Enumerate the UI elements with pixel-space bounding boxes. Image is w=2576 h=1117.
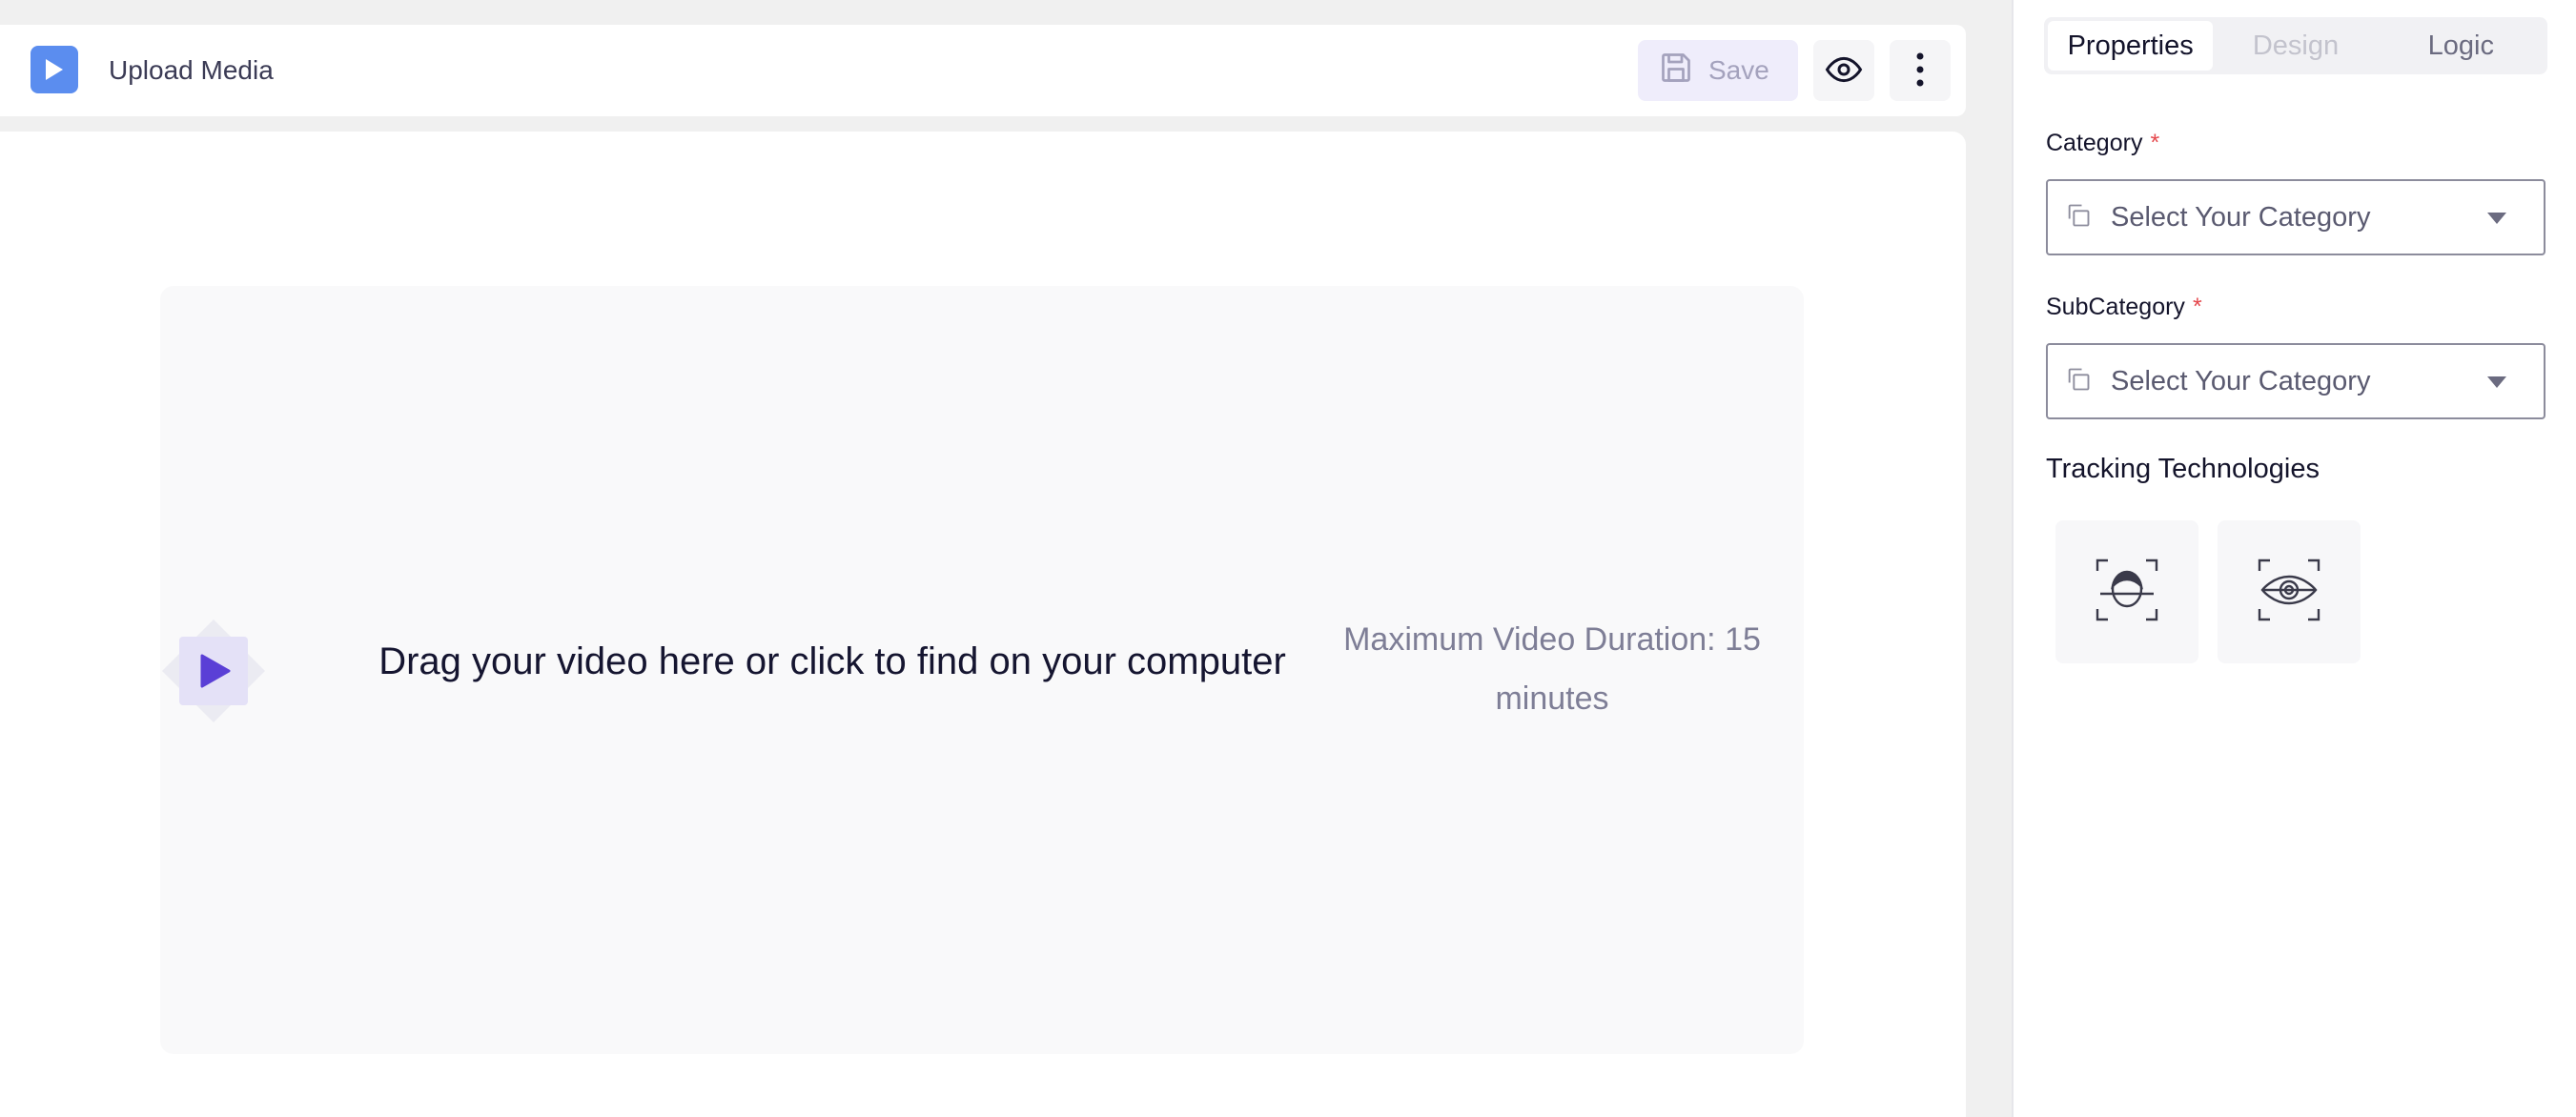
eye-tracking-option[interactable]: [2218, 520, 2361, 663]
face-scan-icon: [2095, 558, 2159, 627]
page-title: Upload Media: [109, 55, 274, 85]
max-duration-note: Maximum Video Duration: 15 minutes: [1343, 621, 1761, 717]
copy-icon: [2065, 366, 2092, 397]
tab-logic[interactable]: Logic: [2379, 21, 2544, 71]
face-tracking-option[interactable]: [2055, 520, 2198, 663]
tab-properties[interactable]: Properties: [2048, 21, 2214, 71]
eye-tracking-icon: [2257, 558, 2321, 627]
save-button[interactable]: Save: [1638, 40, 1798, 101]
tracking-technologies-title: Tracking Technologies: [2046, 454, 2320, 484]
category-select[interactable]: Select Your Category: [2046, 179, 2545, 255]
eye-icon: [1825, 51, 1863, 91]
video-play-icon: [160, 618, 267, 724]
tab-design[interactable]: Design: [2213, 21, 2378, 71]
copy-icon: [2065, 202, 2092, 234]
dropzone-prompt: Drag your video here or click to find on…: [378, 640, 1286, 682]
preview-button[interactable]: [1813, 40, 1874, 101]
app-window: Upload Media Save Drag your video here o…: [0, 0, 2576, 1117]
editor-canvas: Drag your video here or click to find on…: [0, 132, 1966, 1117]
more-options-button[interactable]: [1890, 40, 1951, 101]
subcategory-label: SubCategory *: [2046, 294, 2202, 321]
chevron-down-icon: [2486, 376, 2507, 394]
category-label-text: Category: [2046, 130, 2143, 156]
chevron-down-icon: [2486, 212, 2507, 230]
category-label: Category *: [2046, 130, 2159, 157]
save-button-label: Save: [1708, 55, 1769, 85]
floppy-disk-icon: [1659, 51, 1693, 91]
category-select-value: Select Your Category: [2111, 201, 2371, 233]
required-mark: *: [2192, 294, 2202, 320]
video-dropzone[interactable]: Drag your video here or click to find on…: [160, 286, 1804, 1054]
panel-tabs: Properties Design Logic: [2044, 17, 2547, 74]
subcategory-select[interactable]: Select Your Category: [2046, 343, 2545, 419]
more-vertical-icon: [1915, 51, 1925, 91]
properties-panel: Properties Design Logic Category * Select…: [2012, 0, 2576, 1117]
subcategory-select-value: Select Your Category: [2111, 365, 2371, 396]
required-mark: *: [2150, 130, 2160, 156]
subcategory-label-text: SubCategory: [2046, 294, 2185, 320]
editor-header: Upload Media Save: [0, 25, 1966, 116]
editor-area: Upload Media Save Drag your video here o…: [0, 0, 2012, 1117]
play-icon: [31, 46, 78, 93]
